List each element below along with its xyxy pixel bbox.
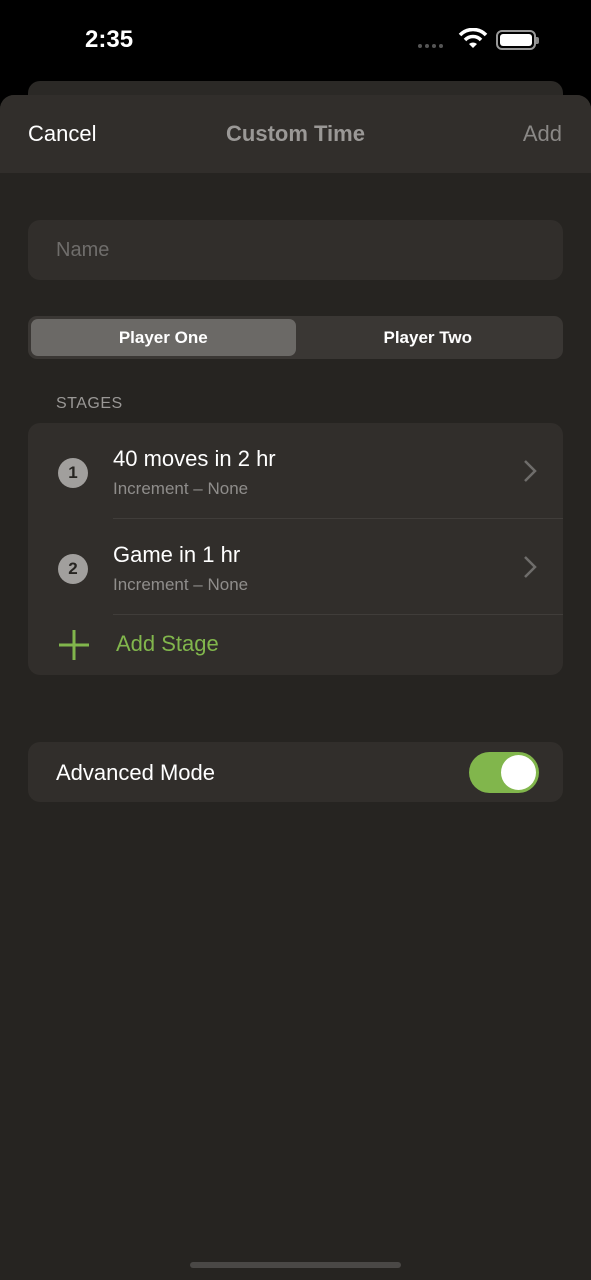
add-stage-label: Add Stage (116, 631, 219, 656)
toggle-knob (501, 755, 536, 790)
battery-icon (496, 30, 539, 50)
signal-icon (418, 44, 443, 48)
stage-title: 40 moves in 2 hr (113, 446, 276, 471)
chevron-right-icon (524, 556, 537, 578)
custom-time-sheet: Cancel Custom Time Add Name Player One P… (0, 95, 591, 1280)
add-stage-button[interactable]: Add Stage (28, 615, 563, 675)
wifi-icon (458, 28, 488, 48)
plus-icon (59, 630, 89, 660)
status-time: 2:35 (85, 26, 134, 53)
stage-number-badge: 1 (58, 458, 88, 488)
nav-bar: Cancel Custom Time Add (0, 95, 591, 173)
name-input[interactable]: Name (28, 220, 563, 280)
segment-player-one[interactable]: Player One (31, 319, 296, 356)
stage-title: Game in 1 hr (113, 542, 241, 567)
segment-player-two[interactable]: Player Two (296, 319, 561, 356)
stage-number-badge: 2 (58, 554, 88, 584)
stage-row[interactable]: 2 Game in 1 hr Increment – None (28, 519, 563, 615)
player-segmented-control: Player One Player Two (28, 316, 563, 359)
advanced-mode-label: Advanced Mode (56, 760, 215, 785)
home-indicator (190, 1262, 401, 1268)
chevron-right-icon (524, 460, 537, 482)
advanced-mode-toggle[interactable] (469, 752, 539, 793)
stages-list: 1 40 moves in 2 hr Increment – None 2 Ga… (28, 423, 563, 675)
add-button[interactable]: Add (523, 121, 562, 147)
stage-subtitle: Increment – None (113, 575, 249, 594)
status-bar: 2:35 (0, 0, 591, 80)
stages-header: STAGES (56, 395, 123, 412)
stage-row[interactable]: 1 40 moves in 2 hr Increment – None (28, 423, 563, 519)
stage-subtitle: Increment – None (113, 479, 249, 498)
advanced-mode-row: Advanced Mode (28, 742, 563, 802)
page-title: Custom Time (226, 121, 365, 146)
